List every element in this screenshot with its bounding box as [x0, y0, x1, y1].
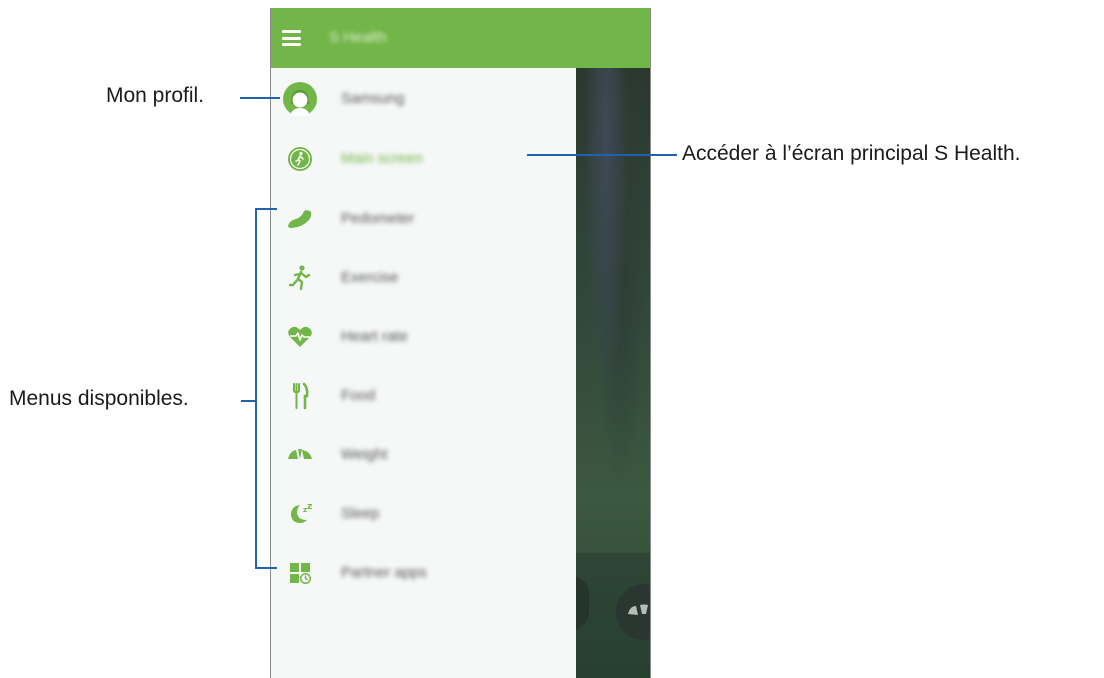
menu-item-exercise[interactable]: Exercise	[271, 253, 576, 305]
menu-item-food[interactable]: Food	[271, 371, 576, 423]
menu-label-food: Food	[341, 387, 376, 404]
profile-name: Samsung	[341, 90, 405, 107]
menu-item-weight[interactable]: Weight	[271, 430, 576, 482]
shoe-icon	[285, 204, 315, 234]
callout-main-screen: Accéder à l’écran principal S Health.	[682, 142, 1021, 165]
moon-zz-icon: z z	[285, 499, 315, 529]
callout-menus: Menus disponibles.	[9, 387, 189, 410]
menu-label-main-screen: Main screen	[341, 150, 423, 167]
menu-item-heart-rate[interactable]: Heart rate	[271, 312, 576, 364]
leader-line-menus	[241, 400, 255, 402]
menu-item-partner-apps[interactable]: Partner apps	[271, 548, 576, 600]
scale-icon	[628, 604, 648, 615]
leader-line-main-screen	[527, 154, 677, 156]
partner-apps-icon	[285, 558, 315, 588]
leader-line-profile	[240, 97, 280, 99]
bracket-menus-bottom	[255, 567, 277, 569]
menu-label-pedometer: Pedometer	[341, 210, 415, 227]
profile-item[interactable]: Samsung	[271, 74, 576, 126]
scale-icon	[285, 440, 315, 470]
menu-item-main-screen[interactable]: Main screen	[271, 134, 576, 186]
menu-label-exercise: Exercise	[341, 269, 399, 286]
bracket-menus-vertical	[255, 208, 257, 569]
main-screen-icon	[285, 144, 315, 174]
phone-screenshot: S Health Samsung Main screen Pedometer E…	[270, 8, 651, 678]
fork-knife-icon	[285, 381, 315, 411]
weight-shortcut-button[interactable]	[616, 584, 650, 640]
navigation-drawer: Samsung Main screen Pedometer Exercise H…	[271, 68, 576, 678]
menu-item-pedometer[interactable]: Pedometer	[271, 194, 576, 246]
svg-text:z: z	[307, 502, 312, 512]
app-title: S Health	[329, 29, 387, 46]
menu-label-sleep: Sleep	[341, 505, 380, 522]
menu-item-sleep[interactable]: z z Sleep	[271, 489, 576, 541]
bracket-menus-top	[255, 208, 277, 210]
avatar	[283, 82, 317, 116]
heart-rate-icon	[285, 322, 315, 352]
menu-label-weight: Weight	[341, 446, 388, 463]
callout-profile: Mon profil.	[106, 84, 205, 107]
menu-label-partner-apps: Partner apps	[341, 564, 427, 581]
menu-label-heart-rate: Heart rate	[341, 328, 408, 345]
hamburger-menu-icon[interactable]	[282, 30, 301, 46]
app-bar: S Health	[271, 8, 650, 68]
runner-icon	[285, 263, 315, 293]
